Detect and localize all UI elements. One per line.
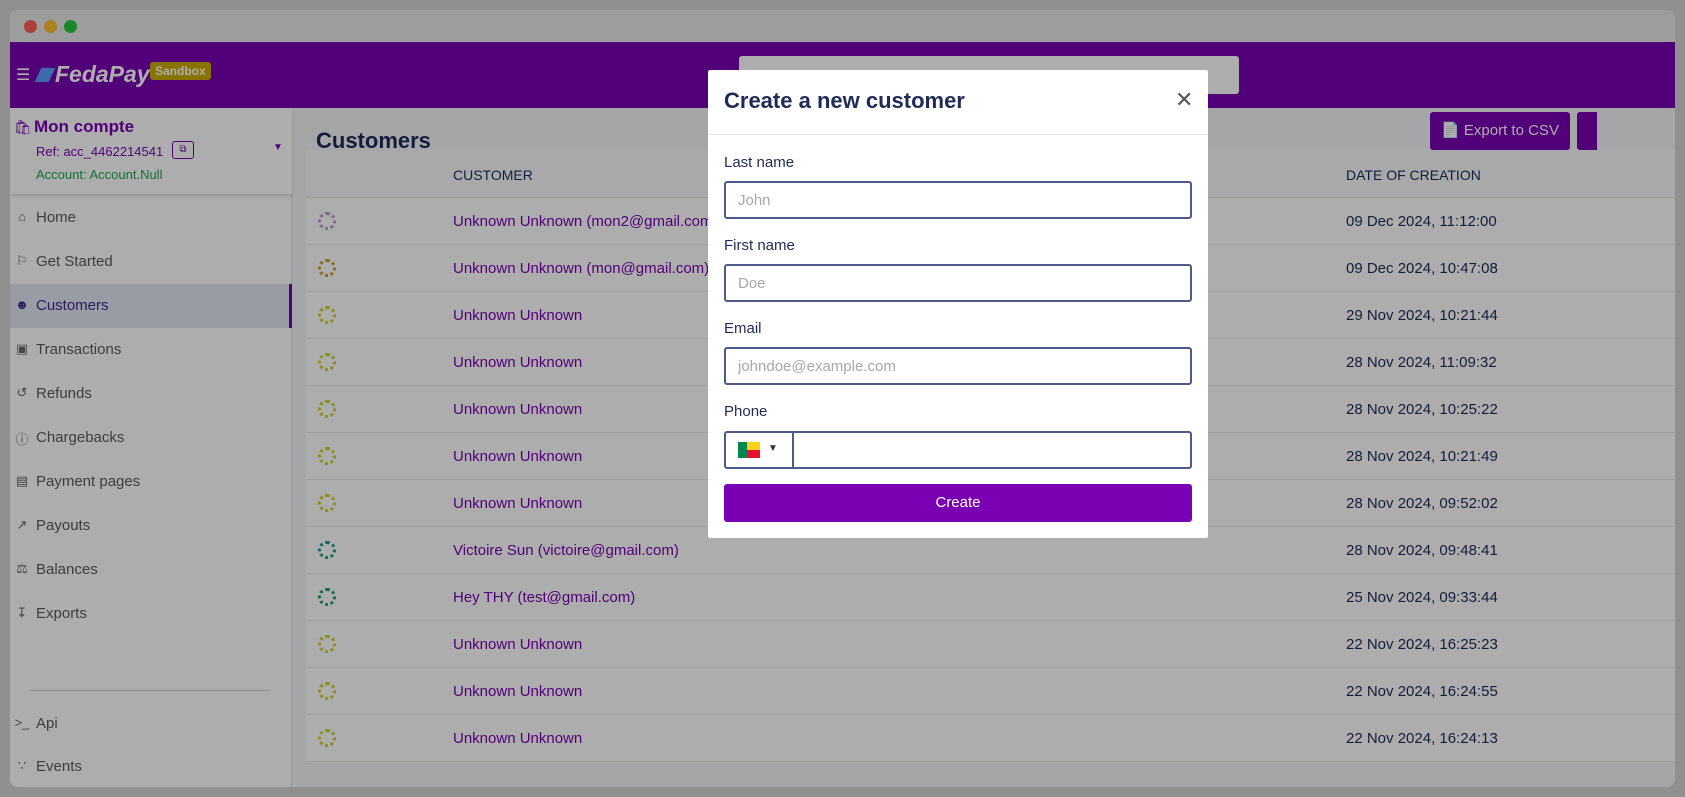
modal-title: Create a new customer <box>724 88 965 113</box>
create-button[interactable]: Create <box>724 484 1192 522</box>
first-name-label: First name <box>724 237 795 254</box>
phone-separator <box>792 433 794 467</box>
country-dropdown-caret-icon[interactable]: ▼ <box>768 443 778 454</box>
create-customer-modal: Create a new customer ✕ Last name First … <box>708 70 1208 538</box>
last-name-input[interactable] <box>724 181 1192 219</box>
close-icon[interactable]: ✕ <box>1175 87 1193 113</box>
modal-header: Create a new customer ✕ <box>708 70 1208 135</box>
last-name-label: Last name <box>724 154 795 171</box>
benin-flag-icon[interactable] <box>738 442 760 458</box>
email-input[interactable] <box>724 347 1192 385</box>
email-label: Email <box>724 320 762 337</box>
first-name-input[interactable] <box>724 264 1192 302</box>
phone-input[interactable] <box>796 435 1186 465</box>
phone-label: Phone <box>724 403 768 420</box>
phone-field: ▼ <box>724 431 1192 469</box>
